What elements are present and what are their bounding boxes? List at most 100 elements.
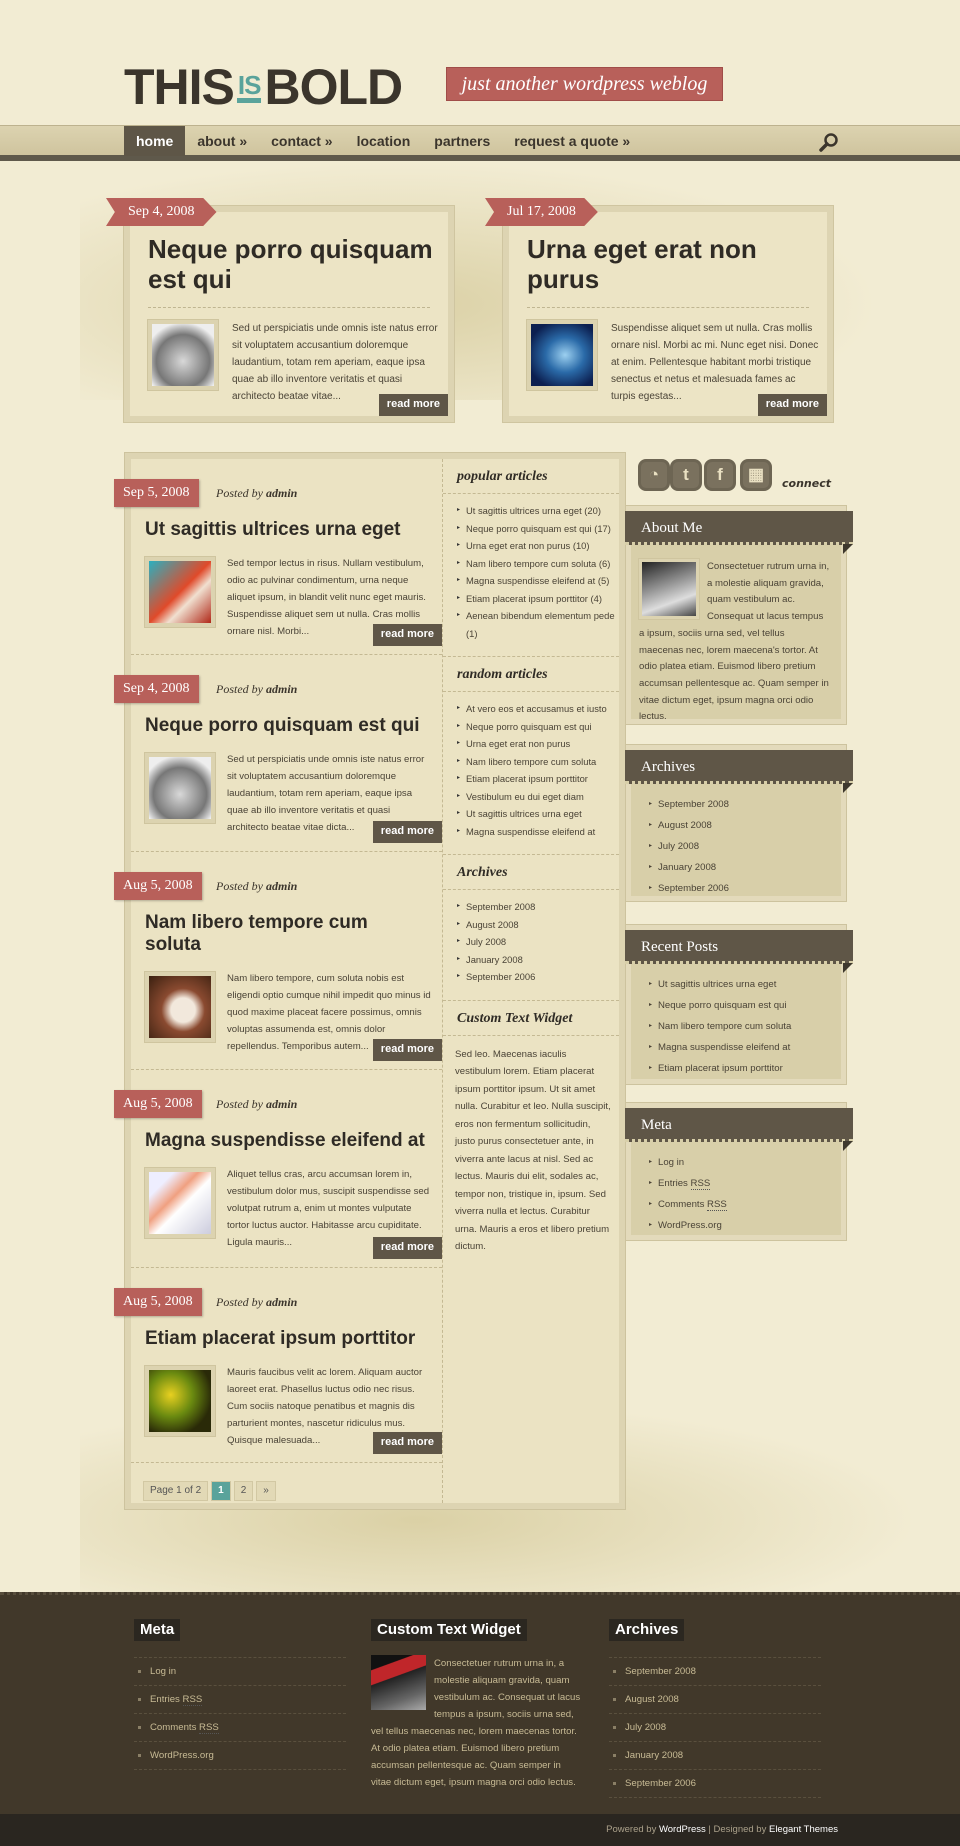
post-byline: Posted by admin xyxy=(216,679,297,699)
featured-title[interactable]: Urna eget erat non purus xyxy=(527,234,817,294)
post-title[interactable]: Nam libero tempore cum soluta xyxy=(145,912,375,956)
archive-link[interactable]: September 2008 xyxy=(649,794,841,815)
popular-article-link[interactable]: Etiam placerat ipsum porttitor (4) xyxy=(457,590,619,608)
footer-meta-link[interactable]: Comments RSS xyxy=(134,1714,346,1742)
recent-post-link[interactable]: Etiam placerat ipsum porttitor xyxy=(649,1058,841,1079)
site-logo[interactable]: THIS IS BOLD xyxy=(124,62,403,112)
featured-thumbnail[interactable] xyxy=(148,320,218,390)
read-more-button[interactable]: read more xyxy=(372,624,442,646)
archive-link[interactable]: September 2006 xyxy=(457,968,619,986)
recent-post-link[interactable]: Nam libero tempore cum soluta xyxy=(649,1016,841,1037)
random-article-link[interactable]: Magna suspendisse eleifend at xyxy=(457,823,619,841)
footer-archive-link[interactable]: July 2008 xyxy=(609,1714,821,1742)
recent-posts-widget: Recent Posts Ut sagittis ultrices urna e… xyxy=(625,925,853,1084)
popular-article-link[interactable]: Magna suspendisse eleifend at (5) xyxy=(457,572,619,590)
post-title[interactable]: Ut sagittis ultrices urna eget xyxy=(145,519,435,541)
recent-post-link[interactable]: Ut sagittis ultrices urna eget xyxy=(649,974,841,995)
author-link[interactable]: admin xyxy=(266,879,297,893)
footer-widget-image xyxy=(371,1655,426,1710)
wordpress-link[interactable]: WordPress xyxy=(659,1824,706,1835)
meta-link[interactable]: Log in xyxy=(649,1152,841,1173)
post-title[interactable]: Neque porro quisquam est qui xyxy=(145,715,435,737)
footer-meta-link[interactable]: Log in xyxy=(134,1658,346,1686)
footer-custom-widget: Custom Text Widget Consectetuer rutrum u… xyxy=(371,1619,583,1791)
nav-contact[interactable]: contact » xyxy=(259,126,344,156)
popular-article-link[interactable]: Ut sagittis ultrices urna eget (20) xyxy=(457,502,619,520)
featured-post: Neque porro quisquam est qui Sed ut pers… xyxy=(124,206,454,422)
next-page-link[interactable]: » xyxy=(256,1481,276,1501)
popular-article-link[interactable]: Urna eget erat non purus (10) xyxy=(457,537,619,555)
nav-request-quote[interactable]: request a quote » xyxy=(502,126,642,156)
post-thumbnail[interactable] xyxy=(145,1366,215,1436)
footer-archive-link[interactable]: September 2006 xyxy=(609,1770,821,1798)
footer-meta-link[interactable]: WordPress.org xyxy=(134,1742,346,1770)
archive-link[interactable]: July 2008 xyxy=(649,836,841,857)
meta-link[interactable]: Comments RSS xyxy=(649,1194,841,1215)
post-title[interactable]: Etiam placerat ipsum porttitor xyxy=(145,1328,435,1350)
nav-location[interactable]: location xyxy=(345,126,423,156)
read-more-button[interactable]: read more xyxy=(372,1237,442,1259)
twitter-icon[interactable]: t xyxy=(670,459,702,491)
delicious-icon[interactable]: ▦ xyxy=(740,459,772,491)
post-title[interactable]: Magna suspendisse eleifend at xyxy=(145,1130,435,1152)
footer-archive-link[interactable]: September 2008 xyxy=(609,1658,821,1686)
read-more-button[interactable]: read more xyxy=(757,394,827,416)
author-link[interactable]: admin xyxy=(266,1097,297,1111)
post-date: Sep 4, 2008 xyxy=(114,675,199,703)
widget-title: random articles xyxy=(443,657,619,692)
nav-home[interactable]: home xyxy=(124,126,186,156)
footer-archive-link[interactable]: August 2008 xyxy=(609,1686,821,1714)
recent-post-link[interactable]: Magna suspendisse eleifend at xyxy=(649,1037,841,1058)
random-article-link[interactable]: At vero eos et accusamus et iusto xyxy=(457,700,619,718)
random-article-link[interactable]: Nam libero tempore cum soluta xyxy=(457,753,619,771)
post-thumbnail[interactable] xyxy=(145,557,215,627)
meta-link[interactable]: Entries RSS xyxy=(649,1173,841,1194)
archive-link[interactable]: September 2008 xyxy=(457,898,619,916)
archive-link[interactable]: September 2006 xyxy=(649,878,841,899)
featured-thumbnail[interactable] xyxy=(527,320,597,390)
meta-link-list: Log inEntries RSSComments RSSWordPress.o… xyxy=(631,1142,841,1244)
post-byline: Posted by admin xyxy=(216,1094,297,1114)
author-link[interactable]: admin xyxy=(266,1295,297,1309)
post-thumbnail[interactable] xyxy=(145,1168,215,1238)
archive-link[interactable]: January 2008 xyxy=(457,951,619,969)
read-more-button[interactable]: read more xyxy=(372,1432,442,1454)
meta-link[interactable]: WordPress.org xyxy=(649,1215,841,1236)
facebook-icon[interactable]: f xyxy=(704,459,736,491)
random-article-link[interactable]: Etiam placerat ipsum porttitor xyxy=(457,770,619,788)
elegant-themes-link[interactable]: Elegant Themes xyxy=(769,1824,838,1835)
page-link-current[interactable]: 1 xyxy=(211,1481,231,1501)
footer-widget-title: Meta xyxy=(134,1619,181,1641)
author-link[interactable]: admin xyxy=(266,486,297,500)
archive-link[interactable]: July 2008 xyxy=(457,933,619,951)
author-link[interactable]: admin xyxy=(266,682,297,696)
featured-title[interactable]: Neque porro quisquam est qui xyxy=(148,234,438,294)
popular-article-link[interactable]: Aenean bibendum elementum pede (1) xyxy=(457,607,619,642)
footer-meta-link[interactable]: Entries RSS xyxy=(134,1686,346,1714)
post-thumbnail[interactable] xyxy=(145,972,215,1042)
post-date: Aug 5, 2008 xyxy=(114,1090,202,1118)
popular-article-link[interactable]: Neque porro quisquam est qui (17) xyxy=(457,520,619,538)
popular-article-link[interactable]: Nam libero tempore cum soluta (6) xyxy=(457,555,619,573)
random-article-link[interactable]: Urna eget erat non purus xyxy=(457,735,619,753)
read-more-button[interactable]: read more xyxy=(372,821,442,843)
archive-link[interactable]: January 2008 xyxy=(649,857,841,878)
random-article-link[interactable]: Ut sagittis ultrices urna eget xyxy=(457,805,619,823)
recent-post-link[interactable]: Neque porro quisquam est qui xyxy=(649,995,841,1016)
nav-about[interactable]: about » xyxy=(185,126,259,156)
widget-title: Archives xyxy=(443,855,619,890)
random-article-link[interactable]: Neque porro quisquam est qui xyxy=(457,718,619,736)
read-more-button[interactable]: read more xyxy=(378,394,448,416)
nav-partners[interactable]: partners xyxy=(422,126,502,156)
archive-link-list: September 2008August 2008July 2008Januar… xyxy=(631,784,841,907)
archive-link[interactable]: August 2008 xyxy=(649,815,841,836)
read-more-button[interactable]: read more xyxy=(372,1039,442,1061)
archive-link[interactable]: August 2008 xyxy=(457,916,619,934)
post-thumbnail[interactable] xyxy=(145,753,215,823)
search-icon[interactable] xyxy=(818,131,840,153)
page-link[interactable]: 2 xyxy=(233,1481,254,1501)
footer-archives-widget: Archives September 2008 August 2008 July 2… xyxy=(609,1619,821,1798)
footer-archive-link[interactable]: January 2008 xyxy=(609,1742,821,1770)
random-article-link[interactable]: Vestibulum eu dui eget diam xyxy=(457,788,619,806)
rss-icon[interactable]: ◔ xyxy=(638,459,670,491)
